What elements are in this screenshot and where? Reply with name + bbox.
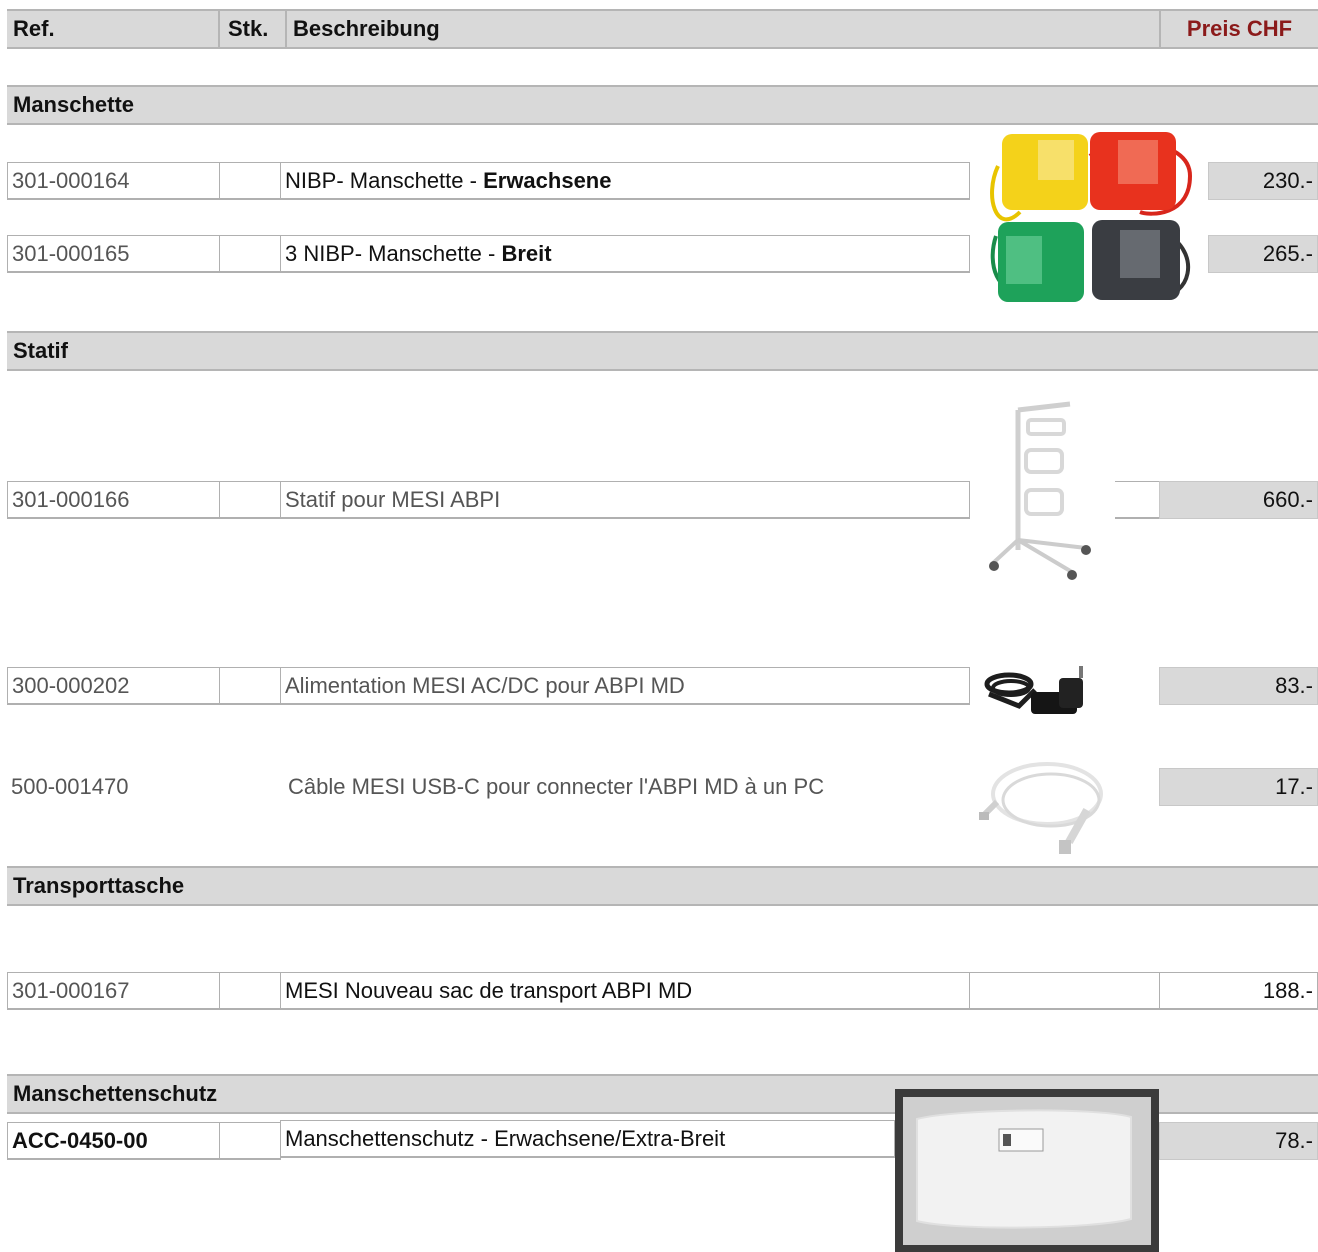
row-ref: 301-000166 bbox=[7, 481, 220, 519]
desc-bold: Breit bbox=[501, 240, 552, 266]
row-price: 78.- bbox=[1159, 1122, 1318, 1160]
row-desc: NIBP- Manschette - Erwachsene bbox=[280, 162, 970, 200]
row-desc: MESI Nouveau sac de transport ABPI MD bbox=[280, 972, 970, 1010]
table-header: Ref. Stk. Beschreibung Preis CHF bbox=[7, 9, 1318, 49]
cuff-cover-image bbox=[895, 1089, 1159, 1252]
usb-cable-image bbox=[975, 752, 1115, 862]
row-qty[interactable] bbox=[219, 162, 281, 200]
section-statif: Statif bbox=[7, 331, 1318, 371]
header-preis: Preis CHF bbox=[1159, 11, 1318, 47]
row-blank bbox=[1115, 481, 1160, 519]
row-blank bbox=[969, 972, 1160, 1010]
row-ref: 500-001470 bbox=[11, 774, 129, 799]
row-price: 660.- bbox=[1159, 481, 1318, 519]
stand-image bbox=[978, 400, 1098, 585]
section-manschette: Manschette bbox=[7, 85, 1318, 125]
row-price: 265.- bbox=[1208, 235, 1318, 273]
ref-text: ACC-0450-00 bbox=[12, 1127, 148, 1153]
row-ref: 301-000165 bbox=[7, 235, 220, 273]
power-adapter-image bbox=[975, 660, 1099, 718]
row-desc: Manschettenschutz - Erwachsene/Extra-Bre… bbox=[280, 1120, 895, 1158]
row-price: 17.- bbox=[1159, 768, 1318, 806]
row-qty[interactable] bbox=[219, 1122, 281, 1160]
row-qty[interactable] bbox=[219, 667, 281, 705]
row-price: 83.- bbox=[1159, 667, 1318, 705]
header-ref: Ref. bbox=[7, 11, 220, 47]
row-ref: 300-000202 bbox=[7, 667, 220, 705]
header-stk: Stk. bbox=[220, 11, 287, 47]
row-ref: 301-000164 bbox=[7, 162, 220, 200]
row-desc: Alimentation MESI AC/DC pour ABPI MD bbox=[280, 667, 970, 705]
row-desc: Câble MESI USB-C pour connecter l'ABPI M… bbox=[288, 774, 825, 799]
row-price: 188.- bbox=[1159, 972, 1318, 1010]
row-desc: 3 NIBP- Manschette - Breit bbox=[280, 235, 970, 273]
row-qty[interactable] bbox=[219, 481, 281, 519]
row-price: 230.- bbox=[1208, 162, 1318, 200]
cuffs-image bbox=[990, 126, 1196, 306]
row-qty[interactable] bbox=[219, 972, 281, 1010]
header-beschreibung: Beschreibung bbox=[293, 16, 440, 41]
desc-bold: Erwachsene bbox=[483, 167, 612, 193]
row-ref: ACC-0450-00 bbox=[7, 1122, 220, 1160]
row-qty[interactable] bbox=[219, 235, 281, 273]
desc-text: NIBP- Manschette - bbox=[285, 167, 477, 193]
row-desc: Statif pour MESI ABPI bbox=[280, 481, 970, 519]
section-transporttasche: Transporttasche bbox=[7, 866, 1318, 906]
row-ref: 301-000167 bbox=[7, 972, 220, 1010]
desc-text: 3 NIBP- Manschette - bbox=[285, 240, 496, 266]
